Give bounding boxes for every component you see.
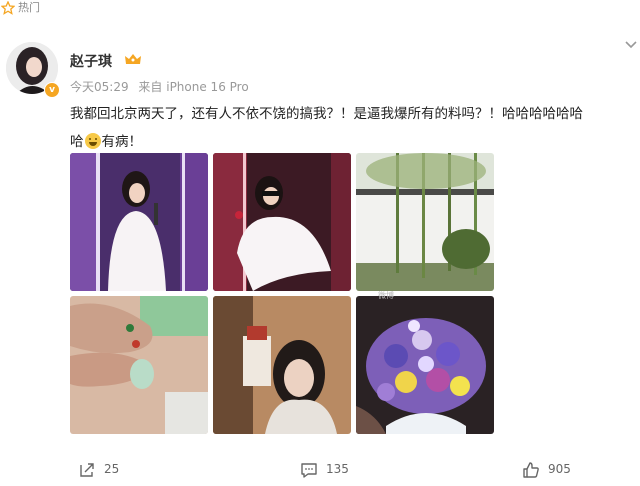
like-icon (523, 462, 539, 478)
chevron-down-icon[interactable] (624, 40, 638, 50)
share-count: 25 (104, 462, 120, 476)
photo-jade-pendant[interactable] (70, 296, 208, 434)
laugh-emoji-icon (84, 133, 101, 149)
action-bar: 25 135 905 (0, 458, 640, 484)
post-text-line2-pre: 哈 (70, 134, 84, 150)
share-icon (80, 463, 94, 477)
comment-count: 135 (326, 462, 349, 476)
verified-badge: v (44, 82, 60, 98)
post-text: 我都回北京两天了，还有人不依不饶的搞我？！是逼我爆所有的料吗？！哈哈哈哈哈哈 哈… (70, 100, 630, 156)
post-meta: 今天05:29 来自 iPhone 16 Pro (70, 78, 255, 95)
photo-flower-bouquet[interactable] (356, 296, 494, 434)
photo-stage-sunglasses[interactable] (213, 153, 351, 291)
photo-stage-white-dress-1[interactable] (70, 153, 208, 291)
star-icon (1, 1, 15, 15)
post-text-line2-post: 有病！ (101, 134, 143, 150)
image-watermark: 微博 (378, 291, 394, 300)
post-text-line1: 我都回北京两天了，还有人不依不饶的搞我？！是逼我爆所有的料吗？！哈哈哈哈哈哈 (70, 106, 583, 122)
comment-icon (301, 463, 317, 478)
like-count: 905 (548, 462, 571, 476)
post-source: 来自 iPhone 16 Pro (138, 80, 249, 94)
hot-bar: 热门 (0, 0, 640, 18)
photo-selfie[interactable] (213, 296, 351, 434)
hot-label: 热门 (18, 1, 40, 14)
post-text-line2: 哈 有病！ (70, 128, 630, 156)
post-time: 今天05:29 (70, 80, 129, 94)
crown-icon (125, 54, 141, 64)
photo-bamboo-garden[interactable] (356, 153, 494, 291)
username[interactable]: 赵子琪 (70, 51, 112, 71)
